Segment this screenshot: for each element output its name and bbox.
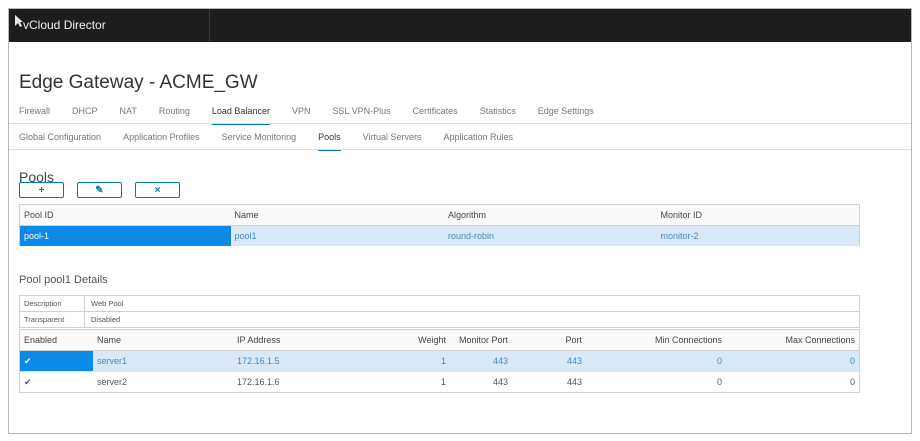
cell-pool-id: pool-1 — [20, 226, 231, 246]
column-header-port[interactable]: Port — [512, 330, 586, 350]
add-pool-button[interactable]: + — [19, 182, 64, 198]
subtabs-divider — [9, 149, 911, 150]
subtab-virtual-servers[interactable]: Virtual Servers — [363, 131, 422, 149]
tab-load-balancer[interactable]: Load Balancer — [211, 105, 270, 125]
pools-table-header: Pool ID Name Algorithm Monitor ID — [20, 205, 859, 226]
cell-ip-address: 172.16.1.5 — [237, 356, 280, 366]
edit-pool-button[interactable]: ✎ — [77, 182, 122, 198]
cell-min-connections: 0 — [716, 377, 722, 387]
cell-name: server2 — [97, 377, 128, 387]
description-row: Description Web Pool — [20, 296, 859, 312]
tab-routing[interactable]: Routing — [159, 105, 190, 123]
tab-nat[interactable]: NAT — [120, 105, 137, 123]
sub-tabs: Global Configuration Application Profile… — [19, 131, 535, 151]
delete-pool-button[interactable]: × — [135, 182, 180, 198]
edit-icon: ✎ — [95, 184, 104, 196]
main-tabs: Firewall DHCP NAT Routing Load Balancer … — [19, 105, 616, 125]
transparent-row: Transparent Disabled — [20, 312, 859, 327]
column-header-name[interactable]: Name — [231, 205, 444, 225]
cell-max-connections: 0 — [849, 356, 855, 366]
cell-port: 443 — [566, 377, 582, 387]
transparent-label: Transparent — [20, 312, 85, 327]
page-title: Edge Gateway - ACME_GW — [19, 72, 258, 93]
transparent-value: Disabled — [91, 315, 121, 324]
column-header-max-connections[interactable]: Max Connections — [726, 330, 859, 350]
subtab-application-rules[interactable]: Application Rules — [444, 131, 514, 149]
tab-statistics[interactable]: Statistics — [480, 105, 516, 123]
column-header-algorithm[interactable]: Algorithm — [444, 205, 656, 225]
pool-properties: Description Web Pool Transparent Disable… — [19, 295, 860, 328]
column-header-pool-id[interactable]: Pool ID — [20, 205, 231, 225]
cell-ip-address: 172.16.1.6 — [237, 377, 280, 387]
tab-firewall[interactable]: Firewall — [19, 105, 50, 123]
pool-members-table: Enabled Name IP Address Weight Monitor P… — [19, 329, 860, 393]
tab-dhcp[interactable]: DHCP — [72, 105, 98, 123]
column-header-ip-address[interactable]: IP Address — [233, 330, 398, 350]
tab-ssl-vpn-plus[interactable]: SSL VPN-Plus — [332, 105, 390, 123]
cell-monitor-id: monitor-2 — [660, 231, 699, 241]
pool-actions: + ✎ × — [19, 182, 180, 198]
top-bar: vCloud Director — [9, 9, 911, 42]
description-label: Description — [20, 296, 85, 311]
column-header-min-connections[interactable]: Min Connections — [586, 330, 726, 350]
cell-monitor-port: 443 — [492, 356, 508, 366]
app-window: vCloud Director Edge Gateway - ACME_GW F… — [8, 8, 912, 434]
subtab-application-profiles[interactable]: Application Profiles — [123, 131, 200, 149]
tab-vpn[interactable]: VPN — [292, 105, 311, 123]
table-row[interactable]: ✔ server1 172.16.1.5 1 443 443 0 0 — [20, 351, 859, 372]
column-header-enabled[interactable]: Enabled — [20, 330, 93, 350]
subtab-service-monitoring[interactable]: Service Monitoring — [222, 131, 297, 149]
tab-edge-settings[interactable]: Edge Settings — [538, 105, 594, 123]
cell-port: 443 — [566, 356, 582, 366]
tab-certificates[interactable]: Certificates — [413, 105, 458, 123]
cell-monitor-port: 443 — [492, 377, 508, 387]
tabs-divider — [9, 123, 911, 124]
column-header-monitor-id[interactable]: Monitor ID — [656, 205, 859, 225]
delete-icon: × — [154, 184, 161, 196]
cell-algorithm: round-robin — [447, 231, 494, 241]
column-header-monitor-port[interactable]: Monitor Port — [450, 330, 512, 350]
cell-name: pool1 — [234, 231, 257, 241]
app-title: vCloud Director — [23, 18, 106, 32]
description-value: Web Pool — [91, 299, 124, 308]
subtab-pools[interactable]: Pools — [318, 131, 341, 151]
cell-weight: 1 — [440, 377, 446, 387]
brand-area: vCloud Director — [9, 9, 210, 42]
subtab-global-configuration[interactable]: Global Configuration — [19, 131, 101, 149]
table-row[interactable]: ✔ server2 172.16.1.6 1 443 443 0 0 — [20, 372, 859, 392]
check-icon: ✔ — [20, 351, 93, 371]
cell-weight: 1 — [440, 356, 446, 366]
pool-details-title: Pool pool1 Details — [19, 274, 108, 286]
column-header-weight[interactable]: Weight — [398, 330, 450, 350]
cell-name: server1 — [97, 356, 128, 366]
pools-table: Pool ID Name Algorithm Monitor ID pool-1… — [19, 204, 860, 246]
table-row[interactable]: pool-1 pool1 round-robin monitor-2 — [20, 226, 859, 246]
cell-max-connections: 0 — [849, 377, 855, 387]
check-icon: ✔ — [24, 377, 32, 387]
column-header-name[interactable]: Name — [93, 330, 233, 350]
plus-icon: + — [38, 184, 45, 196]
cell-min-connections: 0 — [716, 356, 722, 366]
members-table-header: Enabled Name IP Address Weight Monitor P… — [20, 330, 859, 351]
